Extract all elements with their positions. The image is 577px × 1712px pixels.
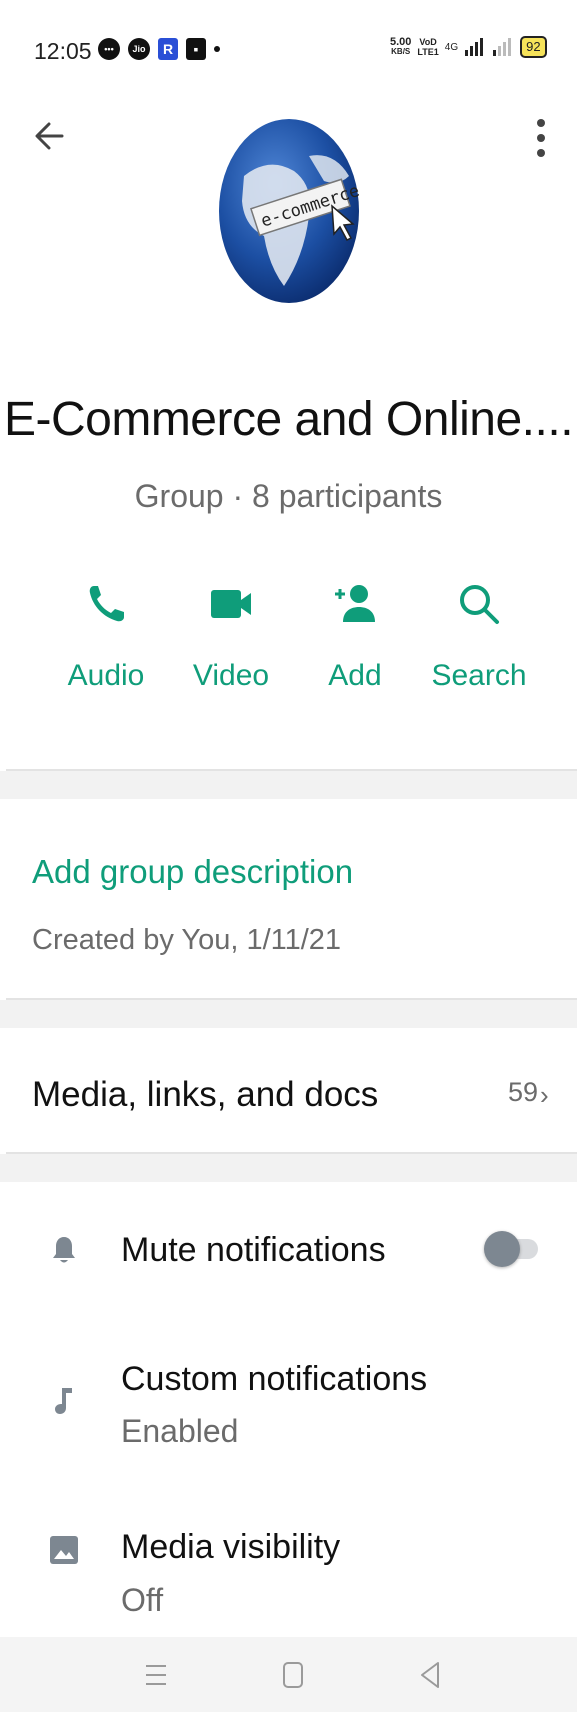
mute-toggle[interactable] — [484, 1231, 538, 1267]
app-notification-icon: ▪ — [186, 38, 206, 60]
media-visibility-label: Media visibility — [121, 1528, 341, 1566]
status-time: 12:05 — [34, 38, 92, 64]
group-avatar[interactable]: e-commerce — [214, 116, 364, 331]
audio-label: Audio — [67, 659, 145, 692]
signal-2-icon — [493, 38, 512, 56]
add-label: Add — [328, 659, 382, 692]
jio-icon: Jio — [128, 38, 150, 60]
phone-icon — [89, 586, 124, 622]
speed-unit: KB/S — [391, 47, 411, 56]
image-icon — [50, 1536, 78, 1564]
custom-notifications-label: Custom notifications — [121, 1360, 428, 1398]
custom-notifications-row[interactable] — [0, 1340, 577, 1460]
mute-notifications-label: Mute notifications — [121, 1231, 386, 1269]
bell-icon — [53, 1237, 75, 1263]
back-nav-icon[interactable] — [412, 1657, 448, 1693]
group-subtitle: Group · 8 participants — [134, 478, 443, 514]
home-icon[interactable] — [275, 1657, 311, 1693]
signal-icon — [465, 38, 484, 56]
section-gap — [0, 771, 577, 799]
overflow-menu-icon[interactable] — [535, 118, 547, 158]
media-label: Media, links, and docs — [32, 1075, 379, 1114]
section-gap — [0, 1000, 577, 1028]
audio-call-button[interactable]: Audio — [51, 580, 161, 693]
network-type: 4G — [444, 41, 459, 53]
network-speed: 5.00 KB/S — [390, 37, 411, 57]
speed-value: 5.00 — [390, 36, 412, 48]
search-icon — [460, 585, 499, 624]
add-description-link[interactable]: Add group description — [32, 853, 353, 891]
volte-indicator: VoD LTE1 — [417, 37, 438, 57]
media-visibility-status: Off — [121, 1582, 164, 1618]
video-camera-icon — [211, 590, 251, 618]
more-notifications-icon — [214, 46, 220, 52]
video-call-button[interactable]: Video — [176, 580, 286, 693]
music-note-icon — [55, 1388, 72, 1414]
r-app-icon: R — [158, 38, 178, 60]
custom-notifications-status: Enabled — [121, 1413, 239, 1449]
status-notification-icons: ••• Jio R ▪ — [98, 38, 220, 60]
battery-icon: 92 — [520, 36, 547, 58]
group-title: E-Commerce and Online.... — [3, 393, 574, 446]
add-participant-button[interactable]: Add — [300, 580, 410, 693]
toggle-knob — [484, 1231, 520, 1267]
search-label: Search — [431, 659, 527, 692]
created-by-text: Created by You, 1/11/21 — [32, 924, 342, 956]
chevron-right-icon: › — [540, 1080, 549, 1110]
search-button[interactable]: Search — [424, 580, 534, 693]
volte-bottom: LTE1 — [417, 47, 439, 57]
video-label: Video — [192, 659, 270, 692]
back-arrow-icon[interactable] — [32, 118, 68, 154]
status-system-icons: 5.00 KB/S VoD LTE1 4G 92 — [390, 36, 547, 58]
add-person-icon — [335, 585, 375, 622]
chat-notification-icon: ••• — [98, 38, 120, 60]
section-gap — [0, 1154, 577, 1182]
volte-top: VoD — [419, 37, 437, 47]
media-count: 59 — [508, 1077, 539, 1107]
recent-apps-icon[interactable] — [138, 1657, 174, 1693]
